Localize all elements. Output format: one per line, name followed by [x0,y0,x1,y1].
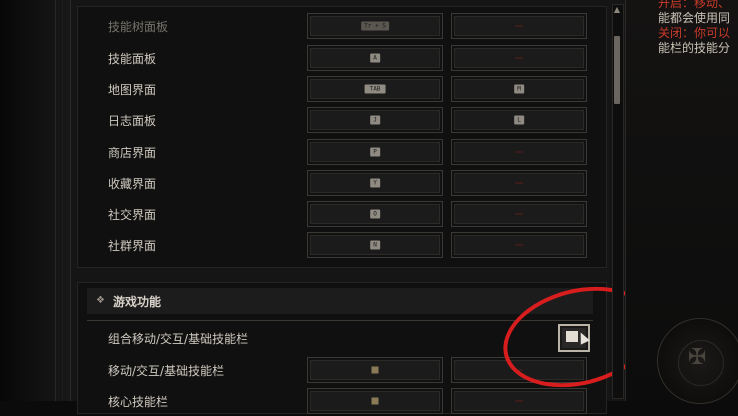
keybind-label: 技能树面板 [108,20,169,34]
keybind-label: 移动/交互/基础技能栏 [108,364,225,378]
scroll-up-arrow-icon[interactable]: ▲ [612,4,622,16]
key-cap: P [370,147,380,157]
secondary-key-button[interactable] [451,201,587,227]
keybind-row-collection: 收藏界面 Y [78,170,604,198]
secondary-key-button[interactable]: L [451,107,587,133]
section-header-game-functions[interactable]: ❖ 游戏功能 [87,288,593,314]
key-cap: L [514,115,524,125]
scrollbar-thumb[interactable] [614,36,620,104]
description-line: 能栏的技能分 [658,41,731,55]
keybind-row-journal: 日志面板 J L [78,107,604,135]
combined-skillbar-toggle-row: 组合移动/交互/基础技能栏 [78,325,604,353]
keybind-row-skill-tree: 技能树面板 Tr + S [78,13,604,41]
keybind-label: 日志面板 [108,114,157,128]
secondary-key-button[interactable] [451,45,587,71]
keybind-row-community: 社群界面 N [78,232,604,260]
emblem-icon: ✠ [688,345,707,370]
key-cap: TAB [364,84,386,94]
keybind-label: 核心技能栏 [108,395,169,409]
primary-key-button[interactable]: O [307,201,443,227]
section-title: 游戏功能 [113,295,162,309]
key-cap: O [370,209,380,219]
unbound-dash [515,151,523,153]
primary-key-button[interactable]: A [307,45,443,71]
key-cap: J [370,115,380,125]
description-line: 能都会使用同 [658,11,731,25]
primary-key-button[interactable]: P [307,139,443,165]
secondary-key-button[interactable] [451,232,587,258]
mouse-button-icon [371,366,379,374]
keybind-row-map: 地图界面 TAB M [78,76,604,104]
secondary-key-button[interactable] [451,388,587,414]
primary-key-button[interactable]: Tr + S [307,13,443,39]
primary-key-button[interactable] [307,357,443,383]
section-divider [87,320,593,321]
keybind-label: 地图界面 [108,83,157,97]
key-cap: Y [370,178,380,188]
keybind-row-move-interact: 移动/交互/基础技能栏 [78,357,604,385]
primary-key-button[interactable]: TAB [307,76,443,102]
unbound-dash [515,57,523,59]
primary-key-button[interactable]: Y [307,170,443,196]
unbound-dash [515,244,523,246]
secondary-key-button[interactable] [451,170,587,196]
primary-key-button[interactable]: J [307,107,443,133]
keybind-label: 收藏界面 [108,177,157,191]
unbound-dash [515,369,523,371]
secondary-key-button[interactable] [451,357,587,383]
secondary-key-button[interactable] [451,139,587,165]
keybind-label: 商店界面 [108,146,157,160]
keybind-label: 社交界面 [108,208,157,222]
keybind-row-core-skill: 核心技能栏 [78,388,604,416]
key-cap: N [370,240,380,250]
secondary-key-button[interactable] [451,13,587,39]
primary-key-button[interactable] [307,388,443,414]
keybind-row-shop: 商店界面 P [78,139,604,167]
unbound-dash [515,25,523,27]
diamond-icon: ❖ [96,295,105,306]
key-cap: M [514,84,524,94]
unbound-dash [515,182,523,184]
left-frame [0,0,70,401]
keybind-label: 技能面板 [108,52,157,66]
left-frame-ornament [55,0,63,401]
keybind-row-skill-panel: 技能面板 A [78,45,604,73]
keybind-label: 社群界面 [108,239,157,253]
key-cap: Tr + S [361,21,389,31]
description-line: 开启：移动、 [658,0,731,10]
key-cap: A [370,53,380,63]
unbound-dash [515,213,523,215]
mouse-button-icon [371,397,379,405]
keybind-row-social: 社交界面 O [78,201,604,229]
toggle-label: 组合移动/交互/基础技能栏 [108,332,249,346]
primary-key-button[interactable]: N [307,232,443,258]
description-line: 关闭：你可以 [658,26,731,40]
secondary-key-button[interactable]: M [451,76,587,102]
